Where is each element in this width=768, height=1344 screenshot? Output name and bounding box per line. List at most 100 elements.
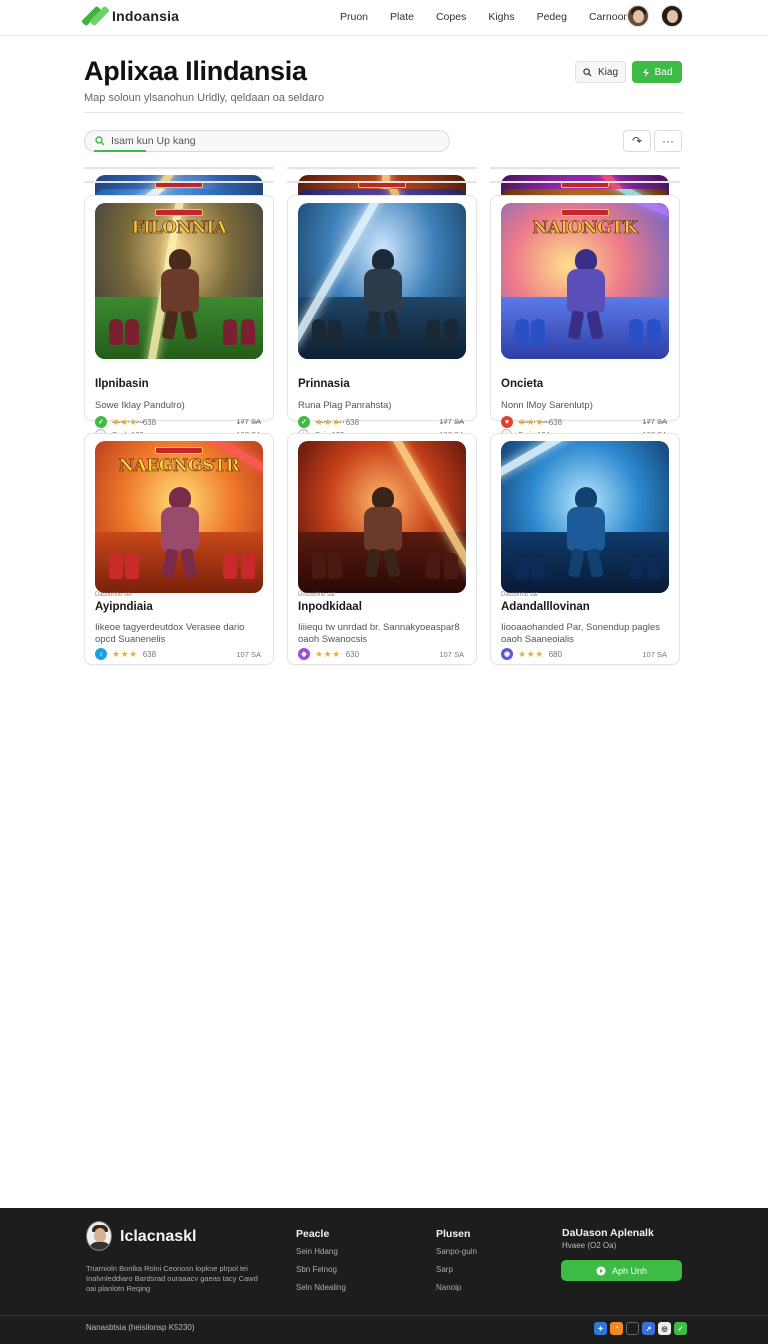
- card-rating: ◉ ★★★ 680: [501, 648, 562, 660]
- card-rating: ◆ ★★★ 630: [298, 648, 359, 660]
- card-title[interactable]: Ilpnibasin: [95, 378, 149, 390]
- category-badge-icon: ✓: [95, 416, 107, 428]
- app-thumbnail[interactable]: [501, 441, 669, 593]
- primary-action-button[interactable]: Bad: [632, 61, 682, 83]
- character-figure: [531, 319, 545, 345]
- app-card[interactable]: NAECMUUK Dosoohhu sat Irpodnuntal Iaieeo…: [287, 181, 477, 440]
- copyright-text: Nanasbtsia (heisilonsp K5230): [86, 1323, 195, 1332]
- card-title[interactable]: Prinnasia: [298, 378, 350, 390]
- rss-icon[interactable]: ◔: [610, 1322, 623, 1335]
- footer-divider: [0, 1315, 768, 1316]
- card-description: Sowe Iklay Pandulro): [95, 400, 185, 411]
- card-size: 177 SA: [642, 417, 667, 426]
- category-badge-icon: ◆: [298, 648, 310, 660]
- character-figure: [629, 553, 643, 579]
- rating-count: 638: [345, 417, 360, 427]
- app-card[interactable]: INDANOVHAEAR Dasoohhu sei Ulponstiolasia…: [84, 167, 274, 426]
- app-card[interactable]: Dosoohhu sat Inpodkidaal Iiiiequ tw unrd…: [287, 433, 477, 665]
- share-icon[interactable]: ✓: [674, 1322, 687, 1335]
- app-card[interactable]: NAEGNGSTR Dasoohhu sei Ayipndiaia Iikeoe…: [84, 433, 274, 665]
- app-thumbnail[interactable]: [298, 203, 466, 359]
- app-card[interactable]: NAIONGTK Oncieta Nonn lMoy Sarenlutp) ♥ …: [490, 195, 680, 428]
- footer-link[interactable]: Sein Hdang: [296, 1247, 346, 1256]
- nav-link-copes[interactable]: Copes: [436, 11, 466, 23]
- hero-figure: [360, 487, 406, 578]
- circle-icon[interactable]: ◎: [658, 1322, 671, 1335]
- character-figure: [444, 319, 458, 345]
- app-card[interactable]: Prinnasia Runa Plag Panrahsta) ✓ ★★★ 638…: [287, 195, 477, 428]
- social-links: ✦ ◔ ↗ ◎ ✓: [594, 1322, 687, 1335]
- card-description: Runa Plag Panrahsta): [298, 400, 392, 411]
- app-grid: INDANOVHAEAR Dasoohhu sei Ulponstiolasia…: [84, 167, 684, 665]
- rating-count: 680: [548, 649, 563, 659]
- character-figure: [328, 553, 342, 579]
- hero-figure: [157, 487, 203, 578]
- card-category: Dasoohhu sei: [95, 592, 132, 598]
- app-thumbnail[interactable]: NAEGNGSTR: [95, 441, 263, 593]
- nav-links: Pruon Plate Copes Kighs Pedeg Carnoonn: [340, 11, 657, 23]
- footer-link[interactable]: Sbn Felnog: [296, 1265, 346, 1274]
- download-app-label: Aph Unh: [611, 1265, 648, 1276]
- card-description: Nonn lMoy Sarenlutp): [501, 400, 593, 411]
- link-icon[interactable]: ↗: [642, 1322, 655, 1335]
- avatar[interactable]: [627, 5, 649, 27]
- download-app-button[interactable]: Aph Unh: [561, 1260, 682, 1281]
- avatar-secondary[interactable]: [661, 5, 683, 27]
- game-logo-text: FILONNIA: [131, 218, 227, 239]
- card-rating: ✓ ★★★ 638: [95, 416, 156, 428]
- footer-avatar: [86, 1221, 112, 1251]
- brand-logo[interactable]: Indoansia: [81, 5, 180, 27]
- twitter-icon[interactable]: ✦: [594, 1322, 607, 1335]
- brand-name: Indoansia: [112, 8, 180, 24]
- footer-link[interactable]: Nanoip: [436, 1283, 477, 1292]
- card-title[interactable]: Oncieta: [501, 378, 543, 390]
- character-figure: [426, 319, 440, 345]
- more-options-button[interactable]: ···: [654, 130, 682, 152]
- footer-link[interactable]: Sanpo-guin: [436, 1247, 477, 1256]
- search-icon: [95, 136, 105, 146]
- footer-link[interactable]: Seln Ndealing: [296, 1283, 346, 1292]
- character-figure: [241, 319, 255, 345]
- hero-figure: [563, 487, 609, 578]
- app-card[interactable]: DARMOLA Dosoohhu suk Ilporntlolanal Ioke…: [287, 167, 477, 426]
- app-card[interactable]: Dasoohhu sat Ilpnartetial Ieekon tagydon…: [84, 181, 274, 440]
- hero-figure: [360, 249, 406, 340]
- search-input[interactable]: [111, 135, 411, 147]
- app-card[interactable]: INSOMAUER Dasohhu sof Plgige noocial Iot…: [490, 167, 680, 426]
- category-badge-icon: ♥: [501, 416, 513, 428]
- rating-count: 638: [142, 417, 157, 427]
- character-figure: [109, 553, 123, 579]
- rating-count: 638: [142, 649, 157, 659]
- game-logo-text: NAIONGTK: [532, 218, 638, 239]
- footer-link[interactable]: Sarp: [436, 1265, 477, 1274]
- play-icon: [596, 1266, 606, 1275]
- character-figure: [223, 319, 237, 345]
- primary-action-label: Bad: [654, 66, 673, 78]
- app-thumbnail[interactable]: FILONNIA: [95, 203, 263, 359]
- nav-link-pruon[interactable]: Pruon: [340, 11, 368, 23]
- character-figure: [241, 553, 255, 579]
- card-category: Dassohhu sat: [501, 592, 538, 598]
- card-title[interactable]: Inpodkidaal: [298, 601, 362, 613]
- card-size: 107 SA: [439, 650, 464, 659]
- app-card[interactable]: Dassohhu sat Adandalllovinan Iiooaaohand…: [490, 433, 680, 665]
- app-card[interactable]: PDANNANHIN Deasohhu sat Inpianduranakil …: [490, 181, 680, 440]
- app-thumbnail[interactable]: NAIONGTK: [501, 203, 669, 359]
- nav-link-kighs[interactable]: Kighs: [488, 11, 514, 23]
- filter-button[interactable]: Kiag: [575, 61, 626, 83]
- app-card[interactable]: FILONNIA Ilpnibasin Sowe Iklay Pandulro)…: [84, 195, 274, 428]
- character-figure: [426, 553, 440, 579]
- character-figure: [531, 553, 545, 579]
- nav-link-plate[interactable]: Plate: [390, 11, 414, 23]
- page-subtitle: Map soloun ylsanohun Urldly, qeldaan oa …: [84, 92, 325, 104]
- card-title[interactable]: Ayipndiaia: [95, 601, 153, 613]
- card-size: 107 SA: [642, 650, 667, 659]
- category-badge-icon: ♪: [95, 648, 107, 660]
- character-figure: [647, 319, 661, 345]
- rating-stars-icon: ★★★: [315, 648, 341, 659]
- search-bar[interactable]: [84, 130, 450, 152]
- card-title[interactable]: Adandalllovinan: [501, 601, 590, 613]
- refresh-button[interactable]: ↷: [623, 130, 651, 152]
- app-thumbnail[interactable]: [298, 441, 466, 593]
- nav-link-pedeg[interactable]: Pedeg: [537, 11, 567, 23]
